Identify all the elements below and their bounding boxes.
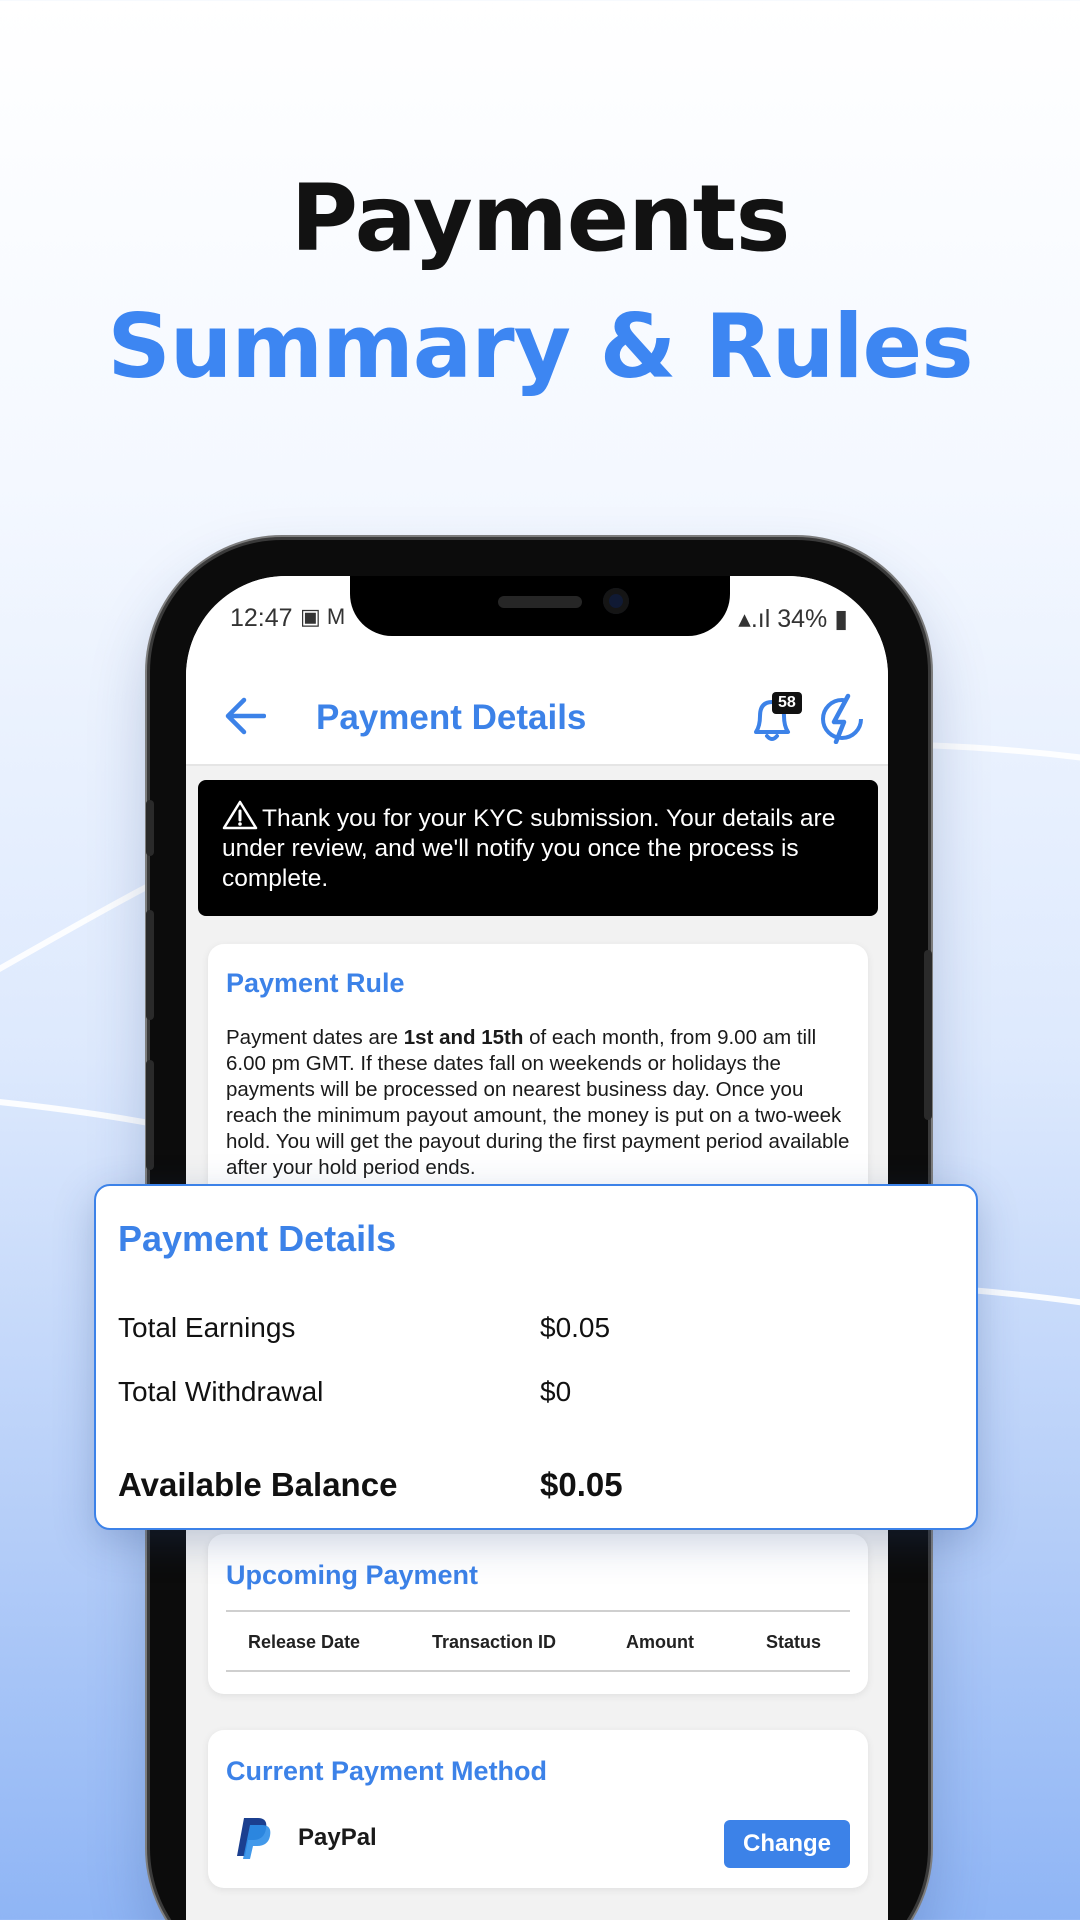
change-method-button[interactable]: Change: [724, 1820, 850, 1868]
upcoming-payment-card: Upcoming Payment Release Date Transactio…: [208, 1534, 868, 1694]
kyc-banner-text: Thank you for your KYC submission. Your …: [222, 805, 836, 892]
status-notification-icons: ▣ M: [300, 604, 346, 629]
payment-method-card: Current Payment Method PayPal Change: [208, 1730, 868, 1888]
back-arrow-icon[interactable]: [224, 696, 266, 736]
phone-side-button: [146, 1060, 154, 1170]
headline-subtitle: Summary & Rules: [107, 295, 973, 398]
notification-badge: 58: [772, 692, 802, 714]
column-status: Status: [766, 1632, 822, 1652]
column-amount: Amount: [626, 1632, 694, 1652]
payment-rule-title: Payment Rule: [226, 968, 405, 998]
phone-speaker: [498, 596, 582, 608]
warning-icon: [222, 800, 258, 830]
column-release-date: Release Date: [248, 1632, 361, 1652]
signal-icon: ▴.ıl: [738, 605, 778, 633]
status-time: 12:47: [230, 604, 293, 632]
rule-text-dates: 1st and 15th: [403, 1026, 524, 1049]
payment-method-name: PayPal: [298, 1824, 377, 1851]
payment-details-title: Payment Details: [118, 1218, 397, 1259]
battery-level: 34%: [777, 605, 828, 633]
status-right: ▴.ıl 34% ▮: [738, 604, 848, 634]
available-balance-label: Available Balance: [118, 1466, 398, 1503]
bolt-icon[interactable]: [818, 692, 866, 744]
total-withdrawal-value: $0: [540, 1376, 572, 1407]
total-earnings-label: Total Earnings: [118, 1312, 296, 1343]
available-balance-value: $0.05: [540, 1466, 623, 1503]
payment-details-card: Payment Details Total Earnings $0.05 Tot…: [94, 1184, 978, 1530]
phone-side-button: [146, 910, 154, 1020]
rule-text-start: Payment dates are: [226, 1026, 404, 1049]
total-earnings-value: $0.05: [540, 1312, 611, 1343]
phone-side-button: [924, 950, 932, 1120]
app-bar-title: Payment Details: [316, 698, 587, 737]
upcoming-table-header: Release Date Transaction ID Amount Statu…: [226, 1610, 850, 1672]
column-transaction-id: Transaction ID: [432, 1632, 557, 1652]
payment-rule-text: Payment dates are 1st and 15th of each m…: [226, 1025, 850, 1181]
battery-icon: ▮: [827, 605, 848, 633]
payment-method-title: Current Payment Method: [226, 1756, 548, 1786]
kyc-banner: Thank you for your KYC submission. Your …: [198, 780, 878, 916]
front-camera: [603, 588, 629, 614]
paypal-logo: [237, 1818, 271, 1859]
app-bar: Payment Details 58: [186, 666, 888, 766]
phone-side-button: [146, 800, 154, 856]
total-withdrawal-label: Total Withdrawal: [118, 1376, 324, 1407]
upcoming-payment-title: Upcoming Payment: [226, 1560, 479, 1590]
headline-title: Payments: [290, 165, 791, 272]
